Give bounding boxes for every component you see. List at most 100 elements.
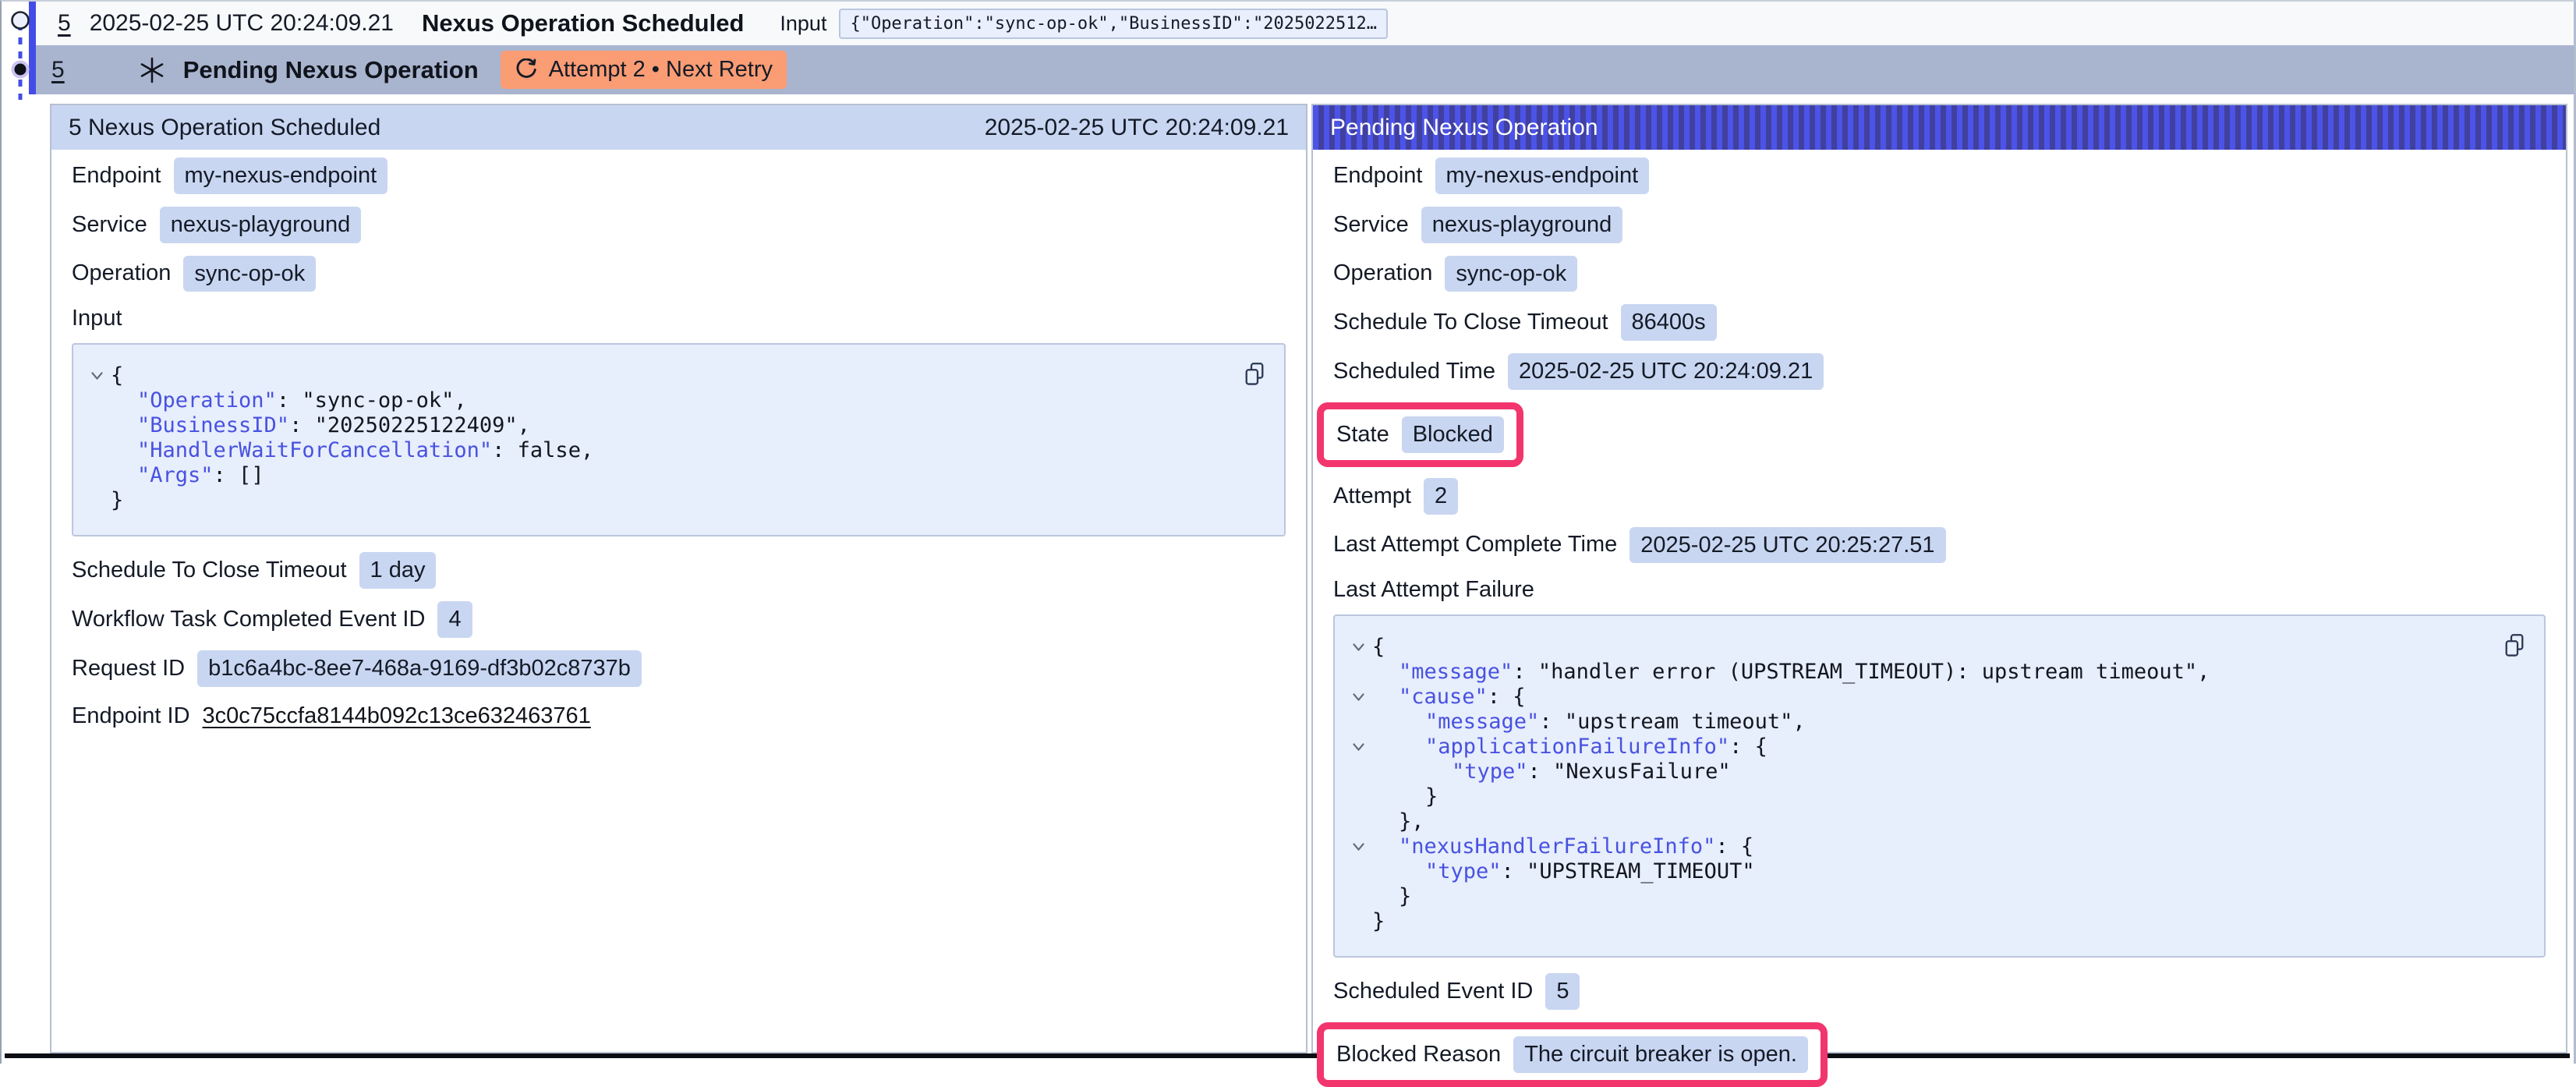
input-preview-pill[interactable]: {"Operation":"sync-op-ok","BusinessID":"… <box>839 9 1388 39</box>
panel-header-pending: Pending Nexus Operation <box>1313 105 2566 150</box>
json-line: "type": "UPSTREAM_TIMEOUT" <box>1344 859 2489 884</box>
field-last-attempt-complete-time: Last Attempt Complete Time2025-02-25 UTC… <box>1333 527 1946 564</box>
json-line-text: "nexusHandlerFailureInfo": { <box>1372 834 1753 859</box>
field-value-badge: 2 <box>1424 478 1458 515</box>
field-value-badge: Blocked <box>1402 416 1504 453</box>
json-line-text: "applicationFailureInfo": { <box>1372 735 1767 759</box>
field-value-badge: sync-op-ok <box>183 256 316 292</box>
json-line: }, <box>1344 809 2489 834</box>
json-line: } <box>1344 884 2489 909</box>
json-value: : { <box>1488 685 1526 709</box>
json-line: "message": "upstream timeout", <box>1344 710 2489 735</box>
retry-status-badge: Attempt 2 • Next Retry <box>501 51 787 89</box>
event-row-nexus-operation-scheduled[interactable]: 5 2025-02-25 UTC 20:24:09.21 Nexus Opera… <box>36 2 2574 45</box>
field-value-badge: 1 day <box>359 552 437 589</box>
json-line-text: } <box>1372 784 1438 809</box>
json-key: "nexusHandlerFailureInfo" <box>1399 834 1715 859</box>
json-value: : "upstream timeout", <box>1539 710 1805 734</box>
json-key: "message" <box>1425 710 1539 734</box>
field-label: Scheduled Time <box>1333 359 1495 384</box>
json-line: "BusinessID": "20250225122409", <box>83 413 1230 438</box>
field-value-badge: my-nexus-endpoint <box>174 158 388 194</box>
collapse-toggle[interactable] <box>83 371 111 381</box>
json-value: : { <box>1729 735 1767 759</box>
json-line: { <box>1344 635 2489 660</box>
field-attempt: Attempt2 <box>1333 478 1458 515</box>
copy-icon <box>2503 633 2525 658</box>
field-blocked-reason-highlighted: Blocked ReasonThe circuit breaker is ope… <box>1317 1022 1828 1087</box>
json-line: "message": "handler error (UPSTREAM_TIME… <box>1344 660 2489 685</box>
json-key: "applicationFailureInfo" <box>1425 735 1729 759</box>
collapse-toggle[interactable] <box>1344 692 1372 702</box>
collapse-chevron-icon <box>90 371 104 381</box>
field-schedule-to-close-timeout: Schedule To Close Timeout86400s <box>1333 304 1717 341</box>
json-code-block: {"message": "handler error (UPSTREAM_TIM… <box>1333 614 2546 958</box>
field-service: Servicenexus-playground <box>1333 207 1622 243</box>
json-value: }, <box>1399 809 1424 834</box>
json-line-text: "message": "handler error (UPSTREAM_TIME… <box>1372 660 2210 685</box>
field-request-id: Request IDb1c6a4bc-8ee7-468a-9169-df3b02… <box>72 650 642 687</box>
right-panel-body: Endpointmy-nexus-endpointServicenexus-pl… <box>1313 150 2566 1087</box>
json-line-text: "message": "upstream timeout", <box>1372 710 1806 735</box>
section-label-input: Input <box>72 304 1286 332</box>
json-value: : false, <box>492 438 593 462</box>
json-value: : "NexusFailure" <box>1528 759 1731 784</box>
field-label: Scheduled Event ID <box>1333 979 1533 1004</box>
field-label: Endpoint <box>72 163 161 189</box>
json-line: "Operation": "sync-op-ok", <box>83 388 1230 413</box>
json-key: "message" <box>1399 660 1513 684</box>
json-value: : "handler error (UPSTREAM_TIMEOUT): ups… <box>1513 660 2210 684</box>
field-value-badge: 5 <box>1545 973 1580 1010</box>
json-line: "cause": { <box>1344 685 2489 710</box>
panel-timestamp: 2025-02-25 UTC 20:24:09.21 <box>985 115 1289 141</box>
field-endpoint: Endpoint my-nexus-endpoint <box>72 158 387 194</box>
event-id-link[interactable]: 5 <box>58 10 71 37</box>
field-value-link[interactable]: 3c0c75ccfa8144b092c13ce632463761 <box>203 703 591 729</box>
field-label: Schedule To Close Timeout <box>72 558 347 583</box>
json-line-text: "type": "NexusFailure" <box>1372 759 1731 784</box>
json-line-text: "HandlerWaitForCancellation": false, <box>111 438 593 463</box>
field-schedule-to-close-timeout: Schedule To Close Timeout 1 day <box>72 552 436 589</box>
field-service: Servicenexus-playground <box>72 207 361 243</box>
json-line-text: "Operation": "sync-op-ok", <box>111 388 467 413</box>
json-line-text: } <box>111 488 123 513</box>
json-value: } <box>111 488 123 512</box>
event-detail-panel-pending: Pending Nexus Operation Endpointmy-nexus… <box>1311 104 2567 1053</box>
left-panel-body: Endpoint my-nexus-endpoint Servicenexus-pl… <box>51 150 1306 734</box>
timeline-dot-icon <box>15 64 27 76</box>
collapse-toggle[interactable] <box>1344 643 1372 652</box>
panel-title: Pending Nexus Operation <box>1330 115 1598 141</box>
event-id-link[interactable]: 5 <box>51 57 65 83</box>
json-key: "type" <box>1425 859 1502 883</box>
retry-icon <box>515 58 538 82</box>
collapse-chevron-icon <box>1352 742 1365 752</box>
collapse-chevron-icon <box>1352 692 1365 702</box>
event-row-pending-nexus-operation[interactable]: 5 Pending Nexus Operation Attempt 2 • Ne… <box>36 45 2574 94</box>
field-value-badge: 4 <box>437 601 472 638</box>
field-value-badge: my-nexus-endpoint <box>1435 158 1650 194</box>
field-label: Workflow Task Completed Event ID <box>72 607 425 632</box>
field-label: Operation <box>1333 260 1432 286</box>
json-line: "type": "NexusFailure" <box>1344 759 2489 784</box>
event-title: Pending Nexus Operation <box>183 56 479 84</box>
event-title: Nexus Operation Scheduled <box>422 9 744 37</box>
json-value: } <box>1372 909 1385 933</box>
json-key: "Args" <box>137 463 214 487</box>
json-line-text: }, <box>1372 809 1424 834</box>
field-label: Service <box>1333 212 1409 238</box>
copy-button[interactable] <box>1244 362 1265 389</box>
event-timestamp: 2025-02-25 UTC 20:24:09.21 <box>90 10 394 37</box>
json-line-text: "type": "UPSTREAM_TIMEOUT" <box>1372 859 1755 884</box>
json-code-block: {"Operation": "sync-op-ok","BusinessID":… <box>72 343 1286 536</box>
field-value-badge: 86400s <box>1621 304 1717 341</box>
collapse-toggle[interactable] <box>1344 742 1372 752</box>
copy-button[interactable] <box>2503 633 2525 660</box>
field-label: Operation <box>72 260 171 286</box>
field-value-badge: b1c6a4bc-8ee7-468a-9169-df3b02c8737b <box>197 650 642 687</box>
copy-icon <box>1244 362 1265 387</box>
json-line-text: "cause": { <box>1372 685 1526 710</box>
field-value-badge: nexus-playground <box>160 207 362 243</box>
collapse-toggle[interactable] <box>1344 842 1372 852</box>
timeline-open-circle-icon <box>12 12 29 29</box>
field-workflow-task-completed-event-id: Workflow Task Completed Event ID 4 <box>72 601 472 638</box>
